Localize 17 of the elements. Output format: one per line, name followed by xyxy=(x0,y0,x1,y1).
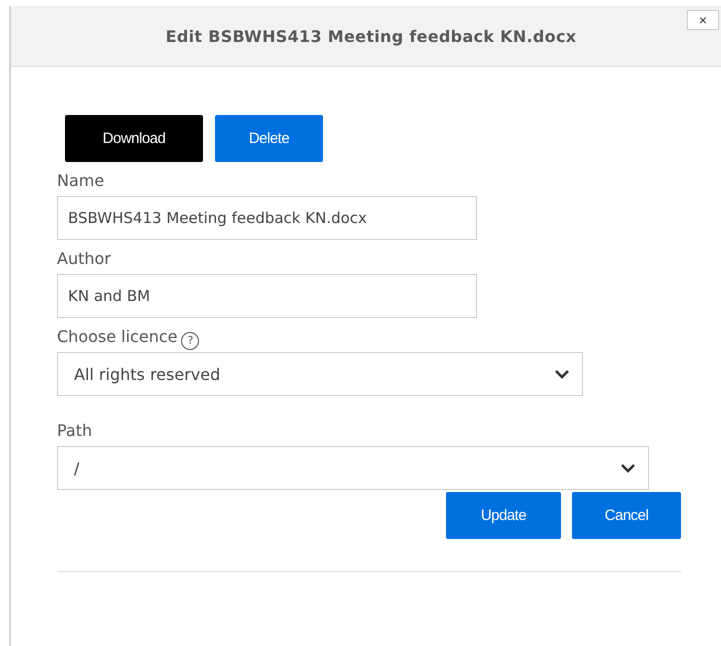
chevron-icon xyxy=(554,369,570,379)
update-button[interactable]: Update xyxy=(446,492,561,539)
cancel-button[interactable]: Cancel xyxy=(572,492,681,539)
download-button[interactable]: Download xyxy=(65,115,203,162)
close-button[interactable]: × xyxy=(687,10,719,30)
field-label: Name xyxy=(57,171,104,190)
help-icon[interactable]: ? xyxy=(181,332,200,350)
dropdown-field[interactable]: All rights reserved xyxy=(57,352,583,396)
chevron-icon xyxy=(620,463,636,473)
dialog-title: Edit BSBWHS413 Meeting feedback KN.docx xyxy=(166,26,576,46)
text-field[interactable]: KN and BM xyxy=(57,274,477,318)
dropdown-field[interactable]: / xyxy=(57,446,649,490)
field-label: Author xyxy=(57,249,111,268)
text-field[interactable]: BSBWHS413 Meeting feedback KN.docx xyxy=(57,196,477,240)
field-label: Choose licence xyxy=(57,327,178,346)
field-label: Path xyxy=(57,421,92,440)
delete-button[interactable]: Delete xyxy=(215,115,323,162)
